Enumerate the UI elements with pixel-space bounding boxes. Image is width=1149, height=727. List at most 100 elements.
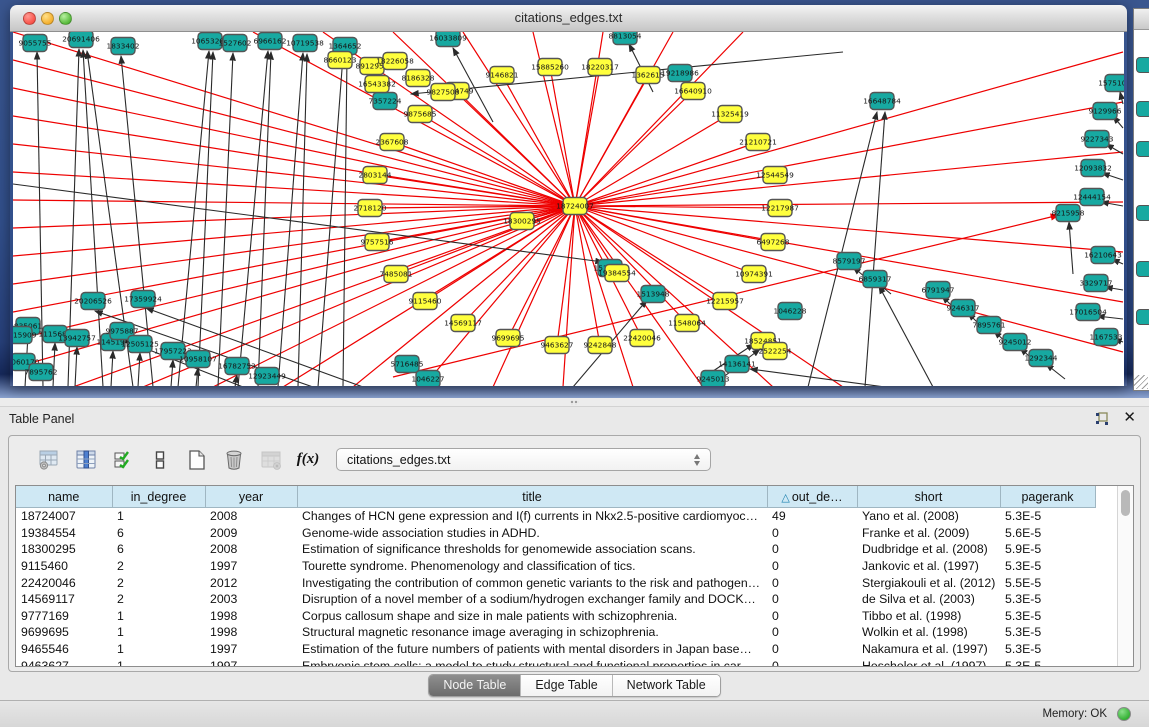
graph-node[interactable]: 16033809 <box>429 32 467 47</box>
network-canvas[interactable]: 9055755206914061833402106532871527602696… <box>13 32 1124 386</box>
column-header-title[interactable]: title <box>297 486 767 508</box>
graph-node[interactable]: 17016504 <box>1069 304 1107 321</box>
graph-node[interactable]: 1046228 <box>774 303 807 320</box>
graph-node[interactable]: 3329717 <box>1080 275 1113 292</box>
graph-node[interactable] <box>1136 101 1149 117</box>
column-header-pagerank[interactable]: pagerank <box>1000 486 1095 508</box>
column-header-short[interactable]: short <box>857 486 1000 508</box>
table-row[interactable]: 969969511998Structural magnetic resonanc… <box>16 624 1134 641</box>
table-row[interactable]: 946362711997Embryonic stem cells: a mode… <box>16 657 1134 667</box>
table-row[interactable]: 946554611997Estimation of the future num… <box>16 641 1134 658</box>
table-row[interactable]: 977716911998Corpus callosum shape and si… <box>16 608 1134 625</box>
graph-node[interactable]: 1833402 <box>107 38 140 55</box>
graph-node[interactable]: 9227343 <box>1081 131 1114 148</box>
graph-node[interactable]: 12544549 <box>756 167 794 184</box>
tab-network-table[interactable]: Network Table <box>612 675 720 696</box>
graph-node[interactable]: 9245013 <box>697 371 730 387</box>
graph-node[interactable]: 7895761 <box>973 317 1006 334</box>
graph-node[interactable]: 2718120 <box>354 200 387 217</box>
graph-node[interactable]: 9115460 <box>409 293 442 310</box>
divider-grip-icon[interactable] <box>570 400 579 405</box>
graph-node[interactable]: 8579197 <box>833 253 866 270</box>
graph-node[interactable]: 5716485 <box>391 356 424 373</box>
delete-table-icon[interactable] <box>222 448 246 472</box>
tab-edge-table[interactable]: Edge Table <box>520 675 611 696</box>
graph-node[interactable]: 2367608 <box>376 134 409 151</box>
graph-node[interactable]: 9245012 <box>999 334 1032 351</box>
graph-node[interactable]: 20206526 <box>74 293 112 310</box>
panel-divider[interactable] <box>0 398 1149 407</box>
graph-node[interactable]: 22420046 <box>623 330 661 347</box>
table-row[interactable]: 1872400712008Changes of HCN gene express… <box>16 508 1134 525</box>
graph-node[interactable]: 9827508 <box>427 84 460 101</box>
graph-node[interactable]: 8813054 <box>609 32 642 45</box>
graph-node[interactable]: 2803144 <box>359 167 392 184</box>
graph-node[interactable]: 8186328 <box>402 70 435 87</box>
graph-node[interactable]: 8215958 <box>1052 205 1085 222</box>
graph-node[interactable]: 16648784 <box>863 93 901 110</box>
graph-node[interactable] <box>1136 261 1149 277</box>
graph-node[interactable]: 10719538 <box>286 35 324 52</box>
table-row[interactable]: 2242004622012Investigating the contribut… <box>16 574 1134 591</box>
graph-node[interactable]: 12217987 <box>761 200 799 217</box>
graph-node[interactable] <box>1136 141 1149 157</box>
graph-node[interactable]: 9463627 <box>541 337 574 354</box>
table-scrollbar[interactable] <box>1117 486 1133 666</box>
graph-node[interactable]: 15885260 <box>531 59 569 76</box>
table-row[interactable]: 1456911722003Disruption of a novel membe… <box>16 591 1134 608</box>
close-panel-icon[interactable]: ✕ <box>1123 410 1136 426</box>
new-table-icon[interactable] <box>185 448 209 472</box>
table-selector-dropdown[interactable]: citations_edges.txt <box>336 448 711 471</box>
column-header-year[interactable]: year <box>205 486 297 508</box>
graph-node[interactable]: 1046227 <box>412 371 445 387</box>
graph-node[interactable]: 11548064 <box>668 315 706 332</box>
graph-node[interactable]: 6859317 <box>859 271 892 288</box>
table-scrollbar-thumb[interactable] <box>1121 490 1130 516</box>
graph-node[interactable]: 14569117 <box>444 315 482 332</box>
graph-node[interactable]: 1362615 <box>632 67 665 84</box>
table-row[interactable]: 911546021997Tourette syndrome. Phenomeno… <box>16 558 1134 575</box>
graph-node[interactable]: 9129966 <box>1089 103 1122 120</box>
table-row[interactable]: 1830029562008Estimation of significance … <box>16 541 1134 558</box>
graph-node[interactable]: 11325419 <box>711 106 749 123</box>
graph-node[interactable]: 9055755 <box>19 35 52 52</box>
graph-node[interactable]: 9146821 <box>486 67 519 84</box>
graph-node[interactable]: 1167533 <box>1090 329 1123 346</box>
graph-node[interactable]: 12215957 <box>706 293 744 310</box>
table-row[interactable]: 1938455462009Genome-wide association stu… <box>16 525 1134 542</box>
graph-node[interactable]: 17359924 <box>124 291 162 308</box>
graph-node[interactable]: 2522254 <box>759 343 792 360</box>
column-header-in_degree[interactable]: in_degree <box>112 486 205 508</box>
graph-node[interactable]: 6966162 <box>254 33 287 50</box>
background-network-window[interactable] <box>1133 8 1149 391</box>
select-columns-icon[interactable] <box>111 448 135 472</box>
row-height-icon[interactable] <box>148 448 172 472</box>
graph-node[interactable]: 10974391 <box>735 266 773 283</box>
graph-node[interactable]: 6497268 <box>757 234 790 251</box>
graph-node[interactable] <box>1136 309 1149 325</box>
graph-node[interactable]: 9242848 <box>584 337 617 354</box>
graph-node[interactable]: 7357224 <box>369 93 402 110</box>
window-resize-grip[interactable] <box>1134 375 1148 389</box>
graph-node[interactable]: 15751074 <box>1098 75 1124 92</box>
graph-node[interactable] <box>1136 205 1149 221</box>
column-header-name[interactable]: name <box>16 486 112 508</box>
graph-node[interactable]: 1292344 <box>1025 350 1058 367</box>
graph-node[interactable]: 8660123 <box>324 52 357 69</box>
graph-node[interactable]: 9875685 <box>404 106 437 123</box>
show-columns-icon[interactable] <box>74 448 98 472</box>
graph-node[interactable]: 20691406 <box>62 32 100 48</box>
graph-node[interactable]: 9757516 <box>361 234 394 251</box>
graph-node[interactable]: 18220317 <box>581 59 619 76</box>
graph-node[interactable]: 6791947 <box>922 282 955 299</box>
column-header-out_de[interactable]: △out_de… <box>767 486 857 508</box>
graph-node[interactable]: 9699695 <box>492 330 525 347</box>
graph-node[interactable]: 9246317 <box>947 300 980 317</box>
float-panel-icon[interactable] <box>1095 412 1109 426</box>
tab-node-table[interactable]: Node Table <box>429 675 520 696</box>
graph-node[interactable]: 1527602 <box>219 35 252 52</box>
table-options-icon[interactable] <box>37 448 61 472</box>
graph-node[interactable] <box>1136 57 1149 73</box>
graph-node[interactable]: 14136141 <box>718 356 756 373</box>
graph-node[interactable]: 7485081 <box>380 266 413 283</box>
